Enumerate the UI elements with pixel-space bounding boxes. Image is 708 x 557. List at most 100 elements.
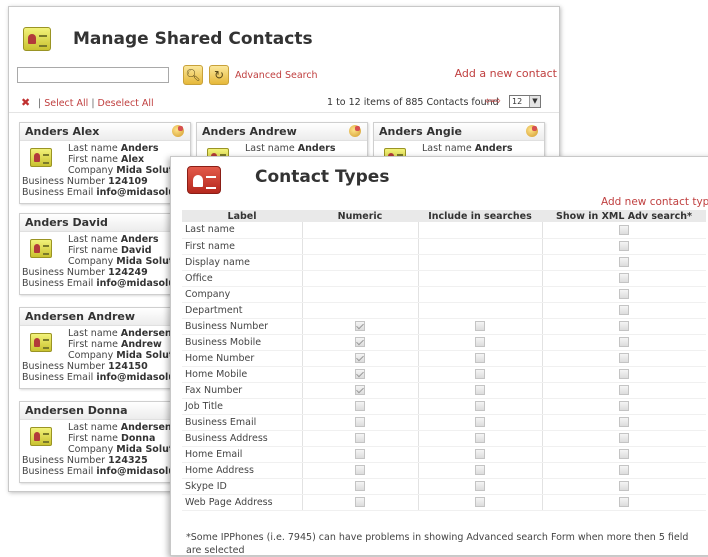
cell-numeric — [302, 350, 419, 367]
include-checkbox[interactable] — [475, 369, 485, 379]
include-checkbox[interactable] — [475, 497, 485, 507]
advanced-search-button[interactable]: ↻ — [209, 65, 229, 85]
table-row: Last name — [182, 222, 706, 239]
cell-numeric — [302, 462, 419, 479]
numeric-checkbox[interactable] — [355, 465, 365, 475]
show-checkbox[interactable] — [619, 385, 630, 395]
items-count: 1 to 12 items of 885 Contacts found — [327, 97, 499, 108]
contact-card[interactable]: Andersen Andrew Last name Andersen First… — [19, 307, 196, 389]
card-title: Anders Alex — [20, 123, 190, 141]
numeric-checkbox[interactable] — [355, 417, 365, 427]
select-all-link[interactable]: Select All — [44, 98, 88, 109]
show-checkbox[interactable] — [619, 401, 630, 411]
numeric-checkbox[interactable] — [355, 337, 365, 347]
include-checkbox[interactable] — [475, 385, 485, 395]
show-checkbox[interactable] — [619, 433, 630, 443]
cell-include — [418, 222, 543, 239]
edit-icon[interactable] — [172, 125, 184, 137]
show-checkbox[interactable] — [619, 417, 630, 427]
numeric-checkbox[interactable] — [355, 433, 365, 443]
show-checkbox[interactable] — [619, 353, 630, 363]
cell-include — [418, 478, 543, 495]
cell-include — [418, 366, 543, 383]
contact-card[interactable]: Anders Alex Last name Anders First name … — [19, 122, 196, 204]
search-input[interactable] — [17, 67, 169, 83]
numeric-checkbox[interactable] — [355, 481, 365, 491]
include-checkbox[interactable] — [475, 465, 485, 475]
search-button[interactable]: 🔍︎ — [183, 65, 203, 85]
advanced-search-link[interactable]: Advanced Search — [235, 70, 318, 81]
include-checkbox[interactable] — [475, 417, 485, 427]
include-checkbox[interactable] — [475, 337, 485, 347]
show-checkbox[interactable] — [619, 273, 630, 283]
cell-include — [418, 398, 543, 415]
cell-show — [542, 318, 706, 335]
show-checkbox[interactable] — [619, 497, 630, 507]
cell-include — [418, 430, 543, 447]
cell-show — [542, 430, 706, 447]
pagination-arrows-icon[interactable]: ⇦⇨ — [485, 96, 501, 107]
cell-include — [418, 270, 543, 287]
show-checkbox[interactable] — [619, 224, 630, 235]
numeric-checkbox[interactable] — [355, 385, 365, 395]
edit-icon[interactable] — [526, 125, 538, 137]
contact-card[interactable]: Andersen Donna Last name Andersen First … — [19, 401, 196, 483]
numeric-checkbox[interactable] — [355, 321, 365, 331]
show-checkbox[interactable] — [619, 481, 630, 491]
include-checkbox[interactable] — [475, 353, 485, 363]
card-business-number: Business Number 124325 — [22, 455, 148, 466]
show-checkbox[interactable] — [619, 321, 630, 331]
cell-show — [542, 366, 706, 383]
numeric-checkbox[interactable] — [355, 401, 365, 411]
include-checkbox[interactable] — [475, 481, 485, 491]
cell-numeric — [302, 414, 419, 431]
contact-card[interactable]: Anders David Last name Anders First name… — [19, 213, 196, 295]
row-label: Business Mobile — [182, 334, 303, 351]
include-checkbox[interactable] — [475, 321, 485, 331]
show-checkbox[interactable] — [619, 465, 630, 475]
cell-numeric — [302, 382, 419, 399]
contact-types-table: Label Numeric Include in searches Show i… — [182, 210, 706, 511]
table-row: Business Address — [182, 430, 706, 447]
cell-show — [542, 238, 706, 255]
table-row: Department — [182, 302, 706, 319]
include-checkbox[interactable] — [475, 449, 485, 459]
page-size-select[interactable]: 12 ▼ — [509, 95, 541, 108]
numeric-checkbox[interactable] — [355, 369, 365, 379]
show-checkbox[interactable] — [619, 305, 630, 315]
cell-numeric — [302, 270, 419, 287]
cell-include — [418, 494, 543, 511]
table-row: Company — [182, 286, 706, 303]
row-label: Job Title — [182, 398, 303, 415]
show-checkbox[interactable] — [619, 449, 630, 459]
numeric-checkbox[interactable] — [355, 449, 365, 459]
row-label: Last name — [182, 222, 303, 239]
numeric-checkbox[interactable] — [355, 497, 365, 507]
row-label: First name — [182, 238, 303, 255]
show-checkbox[interactable] — [619, 337, 630, 347]
row-label: Business Email — [182, 414, 303, 431]
card-title: Anders Angie — [374, 123, 544, 141]
manage-header: Manage Shared Contacts — [23, 21, 313, 57]
show-checkbox[interactable] — [619, 257, 630, 267]
table-row: Business Email — [182, 414, 706, 431]
add-contact-type-link[interactable]: Add new contact type — [601, 196, 708, 208]
card-first-name: First name David — [68, 245, 152, 256]
numeric-checkbox[interactable] — [355, 353, 365, 363]
include-checkbox[interactable] — [475, 433, 485, 443]
card-business-number: Business Number 124150 — [22, 361, 148, 372]
row-label: Business Address — [182, 430, 303, 447]
show-checkbox[interactable] — [619, 369, 630, 379]
cell-numeric — [302, 222, 419, 239]
add-contact-link[interactable]: Add a new contact — [455, 67, 557, 80]
row-label: Fax Number — [182, 382, 303, 399]
delete-icon[interactable]: ✖ — [21, 96, 30, 109]
show-checkbox[interactable] — [619, 241, 630, 251]
column-header-numeric: Numeric — [302, 210, 418, 222]
show-checkbox[interactable] — [619, 289, 630, 299]
deselect-all-link[interactable]: Deselect All — [98, 98, 154, 109]
include-checkbox[interactable] — [475, 401, 485, 411]
row-label: Home Address — [182, 462, 303, 479]
cell-show — [542, 334, 706, 351]
edit-icon[interactable] — [349, 125, 361, 137]
